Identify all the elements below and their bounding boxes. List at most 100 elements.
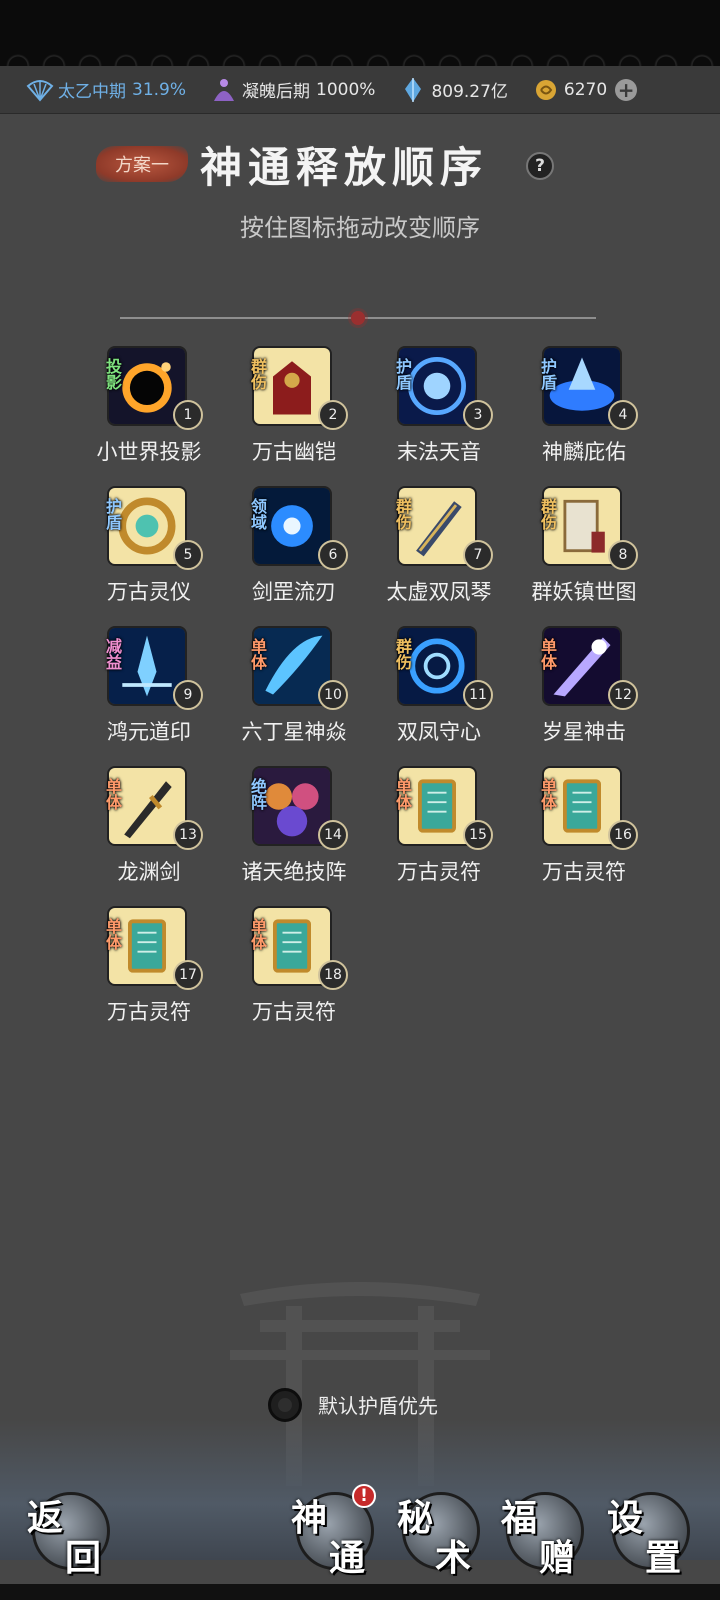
skill-type-tag: 群伤 — [538, 497, 557, 530]
skill-slot[interactable]: 护盾 4 神麟庇佑 — [515, 342, 660, 482]
skill-type-tag: 减益 — [103, 637, 122, 670]
skill-type-tag: 投影 — [103, 357, 122, 390]
shield-priority-label: 默认护盾优先 — [318, 1394, 438, 1418]
skill-type-tag: 领域 — [248, 497, 267, 530]
skill-order-grid: 投影 1 小世界投影 群伤 2 万古幽铠 护盾 3 末法天音 护盾 4 神麟庇佑 护盾 5 万古灵仪 领域 6 剑… — [80, 342, 680, 1042]
skill-slot[interactable]: 绝阵 14 诸天绝技阵 — [225, 762, 370, 902]
skill-type-tag: 单体 — [538, 637, 557, 670]
skill-slot[interactable]: 单体 16 万古灵符 — [515, 762, 660, 902]
skill-slot[interactable]: 单体 18 万古灵符 — [225, 902, 370, 1042]
mishu-char-2: 术 — [435, 1537, 472, 1579]
spirit-stone-value: 809.27亿 — [431, 82, 508, 102]
soul-progress[interactable]: 凝魄后期 1000% — [210, 76, 375, 104]
skill-slot[interactable]: 群伤 7 太虚双凤琴 — [370, 482, 515, 622]
skill-name: 万古灵符 — [397, 860, 481, 884]
skill-slot[interactable]: 领域 6 剑罡流刃 — [225, 482, 370, 622]
gold-counter[interactable]: 6270 + — [532, 76, 638, 104]
skill-slot[interactable]: 投影 1 小世界投影 — [80, 342, 225, 482]
skill-slot[interactable]: 单体 10 六丁星神焱 — [225, 622, 370, 762]
mishu-char-1: 秘 — [397, 1497, 434, 1539]
skill-slot[interactable]: 群伤 11 双凤守心 — [370, 622, 515, 762]
skill-name: 太虚双凤琴 — [386, 580, 492, 604]
skill-slot[interactable]: 单体 17 万古灵符 — [80, 902, 225, 1042]
settings-char-2: 置 — [645, 1537, 682, 1579]
skill-name: 小世界投影 — [96, 440, 202, 464]
skill-name: 剑罡流刃 — [252, 580, 336, 604]
shentong-char-1: 神 — [291, 1497, 328, 1539]
back-char-2: 回 — [65, 1537, 102, 1579]
skill-name: 末法天音 — [397, 440, 481, 464]
realm-label: 太乙中期 — [58, 82, 126, 102]
skill-name: 六丁星神焱 — [241, 720, 347, 744]
skill-type-tag: 单体 — [103, 917, 122, 950]
instruction-text: 按住图标拖动改变顺序 — [240, 214, 480, 242]
skill-type-tag: 绝阵 — [248, 777, 267, 810]
add-gold-button[interactable]: + — [615, 78, 638, 101]
notification-badge: ! — [352, 1484, 376, 1508]
skill-order-number: 9 — [173, 680, 203, 710]
settings-char-1: 设 — [607, 1497, 644, 1539]
skill-order-number: 12 — [608, 680, 638, 710]
bottom-decoration-band — [0, 1584, 720, 1600]
skill-slot[interactable]: 群伤 2 万古幽铠 — [225, 342, 370, 482]
fuzeng-tab-button[interactable]: 福 赠 — [501, 1492, 584, 1579]
skill-order-number: 4 — [608, 400, 638, 430]
skill-type-tag: 单体 — [248, 637, 267, 670]
skill-slot[interactable]: 单体 12 岁星神击 — [515, 622, 660, 762]
top-decoration-band — [0, 0, 720, 66]
shentong-char-2: 通 — [329, 1537, 366, 1579]
skill-slot[interactable]: 护盾 5 万古灵仪 — [80, 482, 225, 622]
skill-order-number: 2 — [318, 400, 348, 430]
skill-order-number: 5 — [173, 540, 203, 570]
skill-order-number: 8 — [608, 540, 638, 570]
mishu-tab-button[interactable]: 秘 术 — [397, 1492, 480, 1579]
skill-type-tag: 护盾 — [538, 357, 557, 390]
spirit-stone-counter[interactable]: 809.27亿 — [399, 76, 508, 104]
skill-name: 万古灵仪 — [107, 580, 191, 604]
skill-name: 龙渊剑 — [117, 860, 181, 884]
skill-order-number: 17 — [173, 960, 203, 990]
skill-order-number: 16 — [608, 820, 638, 850]
soul-value: 1000% — [316, 79, 376, 100]
skill-order-number: 10 — [318, 680, 348, 710]
back-char-1: 返 — [27, 1497, 64, 1539]
plan-selector[interactable]: 方案一 — [96, 146, 188, 182]
skill-order-number: 13 — [173, 820, 203, 850]
fuzeng-char-2: 赠 — [539, 1537, 576, 1579]
skill-type-tag: 单体 — [248, 917, 267, 950]
skill-name: 群妖镇世图 — [531, 580, 637, 604]
settings-button[interactable]: 设 置 — [607, 1492, 690, 1579]
skill-name: 诸天绝技阵 — [241, 860, 347, 884]
back-button[interactable]: 返 回 — [27, 1492, 110, 1579]
skill-order-number: 14 — [318, 820, 348, 850]
skill-order-number: 6 — [318, 540, 348, 570]
skill-name: 双凤守心 — [397, 720, 481, 744]
skill-type-tag: 群伤 — [393, 497, 412, 530]
skill-order-number: 7 — [463, 540, 493, 570]
skill-name: 万古幽铠 — [252, 440, 336, 464]
skill-order-number: 11 — [463, 680, 493, 710]
skill-slot[interactable]: 群伤 8 群妖镇世图 — [515, 482, 660, 622]
skill-name: 万古灵符 — [252, 1000, 336, 1024]
skill-type-tag: 单体 — [393, 777, 412, 810]
skill-name: 岁星神击 — [542, 720, 626, 744]
skill-order-number: 1 — [173, 400, 203, 430]
skill-type-tag: 护盾 — [103, 497, 122, 530]
skill-slot[interactable]: 单体 13 龙渊剑 — [80, 762, 225, 902]
skill-slot[interactable]: 护盾 3 末法天音 — [370, 342, 515, 482]
realm-progress[interactable]: 太乙中期 31.9% — [26, 76, 186, 104]
skill-order-number: 15 — [463, 820, 493, 850]
skill-name: 鸿元道印 — [107, 720, 191, 744]
skill-type-tag: 单体 — [103, 777, 122, 810]
skill-slot[interactable]: 单体 15 万古灵符 — [370, 762, 515, 902]
shield-priority-toggle[interactable] — [268, 1388, 302, 1422]
skill-order-number: 3 — [463, 400, 493, 430]
skill-slot[interactable]: 减益 9 鸿元道印 — [80, 622, 225, 762]
skill-type-tag: 单体 — [538, 777, 557, 810]
soul-figure-icon — [210, 76, 238, 104]
help-button[interactable]: ? — [526, 152, 554, 180]
cloud-pattern — [0, 48, 720, 66]
resource-bar: 太乙中期 31.9% 凝魄后期 1000% 809.27亿 6270 + — [0, 66, 720, 114]
crystal-icon — [399, 76, 427, 104]
page-title: 神通释放顺序 — [200, 143, 489, 192]
